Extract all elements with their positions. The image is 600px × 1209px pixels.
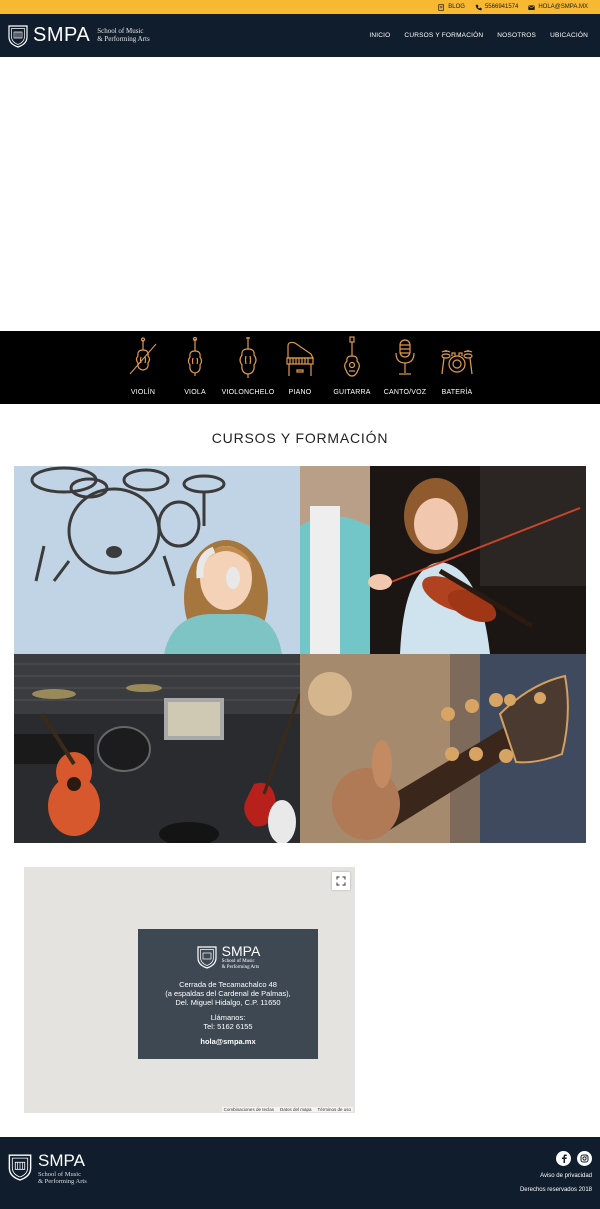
location-map[interactable]: SMPA School of Music & Performing Arts C… [24, 867, 355, 1113]
call-number[interactable]: Tel: 5162 6155 [138, 1022, 318, 1031]
menu-item-ubicacion[interactable]: UBICACIÓN [550, 32, 588, 39]
photo-violin-lesson [300, 466, 586, 654]
violin-icon [129, 337, 157, 375]
piano-icon [286, 341, 314, 376]
main-menu: INICIO CURSOS Y FORMACIÓN NOSOTROS UBICA… [369, 32, 588, 39]
crest-icon [197, 945, 217, 969]
instrument-label: GUITARRA [333, 389, 371, 396]
social-links [556, 1151, 592, 1166]
card-tagline-line1: School of Music [221, 959, 255, 964]
map-attribution: Combinaciones de teclas Datos del mapa T… [221, 1107, 353, 1112]
instrument-voice[interactable]: CANTO/VOZ [375, 331, 435, 404]
address-line: (a espaldas del Cardenal de Palmas), [165, 989, 291, 998]
footer-brand-tagline: School of Music & Performing Arts [38, 1171, 87, 1185]
course-photo-drums-girl[interactable] [14, 466, 300, 654]
phone-link[interactable]: 5566941574 [475, 4, 518, 11]
facebook-icon [561, 1154, 567, 1163]
call-label: Llámanos: [210, 1013, 246, 1022]
blog-icon [438, 3, 445, 11]
course-photo-violin[interactable] [300, 466, 586, 654]
courses-section-title: CURSOS Y FORMACIÓN [211, 430, 389, 446]
main-navbar: SMPA School of Music & Performing Arts I… [0, 14, 600, 57]
instrument-label: PIANO [288, 389, 312, 396]
facebook-button[interactable] [556, 1151, 571, 1166]
fullscreen-icon [336, 876, 346, 886]
phone-icon [475, 4, 482, 10]
instrument-label: BATERÍA [441, 389, 473, 396]
email-link[interactable]: HOLA@SMPA.MX [528, 4, 588, 11]
photo-music-studio [14, 654, 300, 843]
address-line: Cerrada de Tecamachalco 48 [179, 980, 277, 989]
drums-icon [441, 350, 473, 375]
blog-label: BLOG [448, 4, 465, 10]
instrument-label: VIOLÍN [130, 389, 156, 396]
card-tagline-line2: & Performing Arts [221, 964, 260, 970]
map-data-link[interactable]: Datos del mapa [280, 1107, 312, 1112]
brand-name: SMPA [33, 24, 91, 46]
brand-tagline: School of Music & Performing Arts [97, 27, 150, 43]
instrument-label: CANTO/VOZ [383, 389, 427, 396]
footer-tagline-line1: School of Music [38, 1171, 81, 1178]
guitar-icon [344, 336, 360, 377]
card-brand-name: SMPA [221, 943, 261, 959]
instrument-violin[interactable]: VIOLÍN [113, 331, 173, 404]
fullscreen-button[interactable] [332, 872, 350, 890]
crest-icon [8, 1154, 32, 1181]
menu-item-inicio[interactable]: INICIO [369, 32, 390, 39]
instrument-piano[interactable]: PIANO [270, 331, 330, 404]
instrument-drums[interactable]: BATERÍA [427, 331, 487, 404]
privacy-link[interactable]: Aviso de privacidad [540, 1173, 592, 1179]
map-info-card: SMPA School of Music & Performing Arts C… [138, 929, 318, 1059]
footer: SMPA School of Music & Performing Arts A… [0, 1137, 600, 1209]
terms-link[interactable]: Términos de uso [317, 1107, 351, 1112]
instrument-guitar[interactable]: GUITARRA [322, 331, 382, 404]
microphone-icon [395, 339, 415, 375]
photo-girl-headphones [14, 466, 300, 654]
instrument-label: VIOLA [184, 389, 206, 396]
footer-brand-name: SMPA [38, 1151, 85, 1170]
instrument-cello[interactable]: VIOLONCHELO [218, 331, 278, 404]
call-info: Llámanos: Tel: 5162 6155 [138, 1013, 318, 1031]
footer-tagline-line2: & Performing Arts [38, 1178, 87, 1185]
mail-icon [528, 4, 535, 10]
hero-area [0, 57, 600, 331]
copyright-text: Derechos reservados 2018 [519, 1187, 592, 1193]
menu-item-cursos[interactable]: CURSOS Y FORMACIÓN [404, 32, 483, 39]
brand-tagline-line2: & Performing Arts [97, 34, 150, 43]
address-line: Del. Miguel Hidalgo, C.P. 11650 [175, 998, 281, 1007]
instrument-label: VIOLONCHELO [221, 389, 275, 396]
card-brand-tagline: School of Music & Performing Arts [222, 959, 261, 970]
email-address: HOLA@SMPA.MX [538, 4, 588, 10]
crest-icon [8, 24, 28, 48]
top-utility-bar: BLOG 5566941574 HOLA@SMPA.MX [0, 0, 600, 14]
viola-icon [187, 336, 203, 376]
course-photo-studio[interactable] [14, 654, 300, 843]
keyboard-shortcuts-link[interactable]: Combinaciones de teclas [224, 1107, 274, 1112]
course-photo-guitar-closeup[interactable] [300, 654, 586, 843]
blog-link[interactable]: BLOG [438, 3, 465, 11]
footer-brand-logo[interactable]: SMPA School of Music & Performing Arts [7, 1152, 87, 1185]
brand-logo[interactable]: SMPA School of Music & Performing Arts [7, 24, 150, 48]
menu-item-nosotros[interactable]: NOSOTROS [497, 32, 536, 39]
card-brand-logo: SMPA School of Music & Performing Arts [138, 943, 318, 970]
address: Cerrada de Tecamachalco 48 (a espaldas d… [138, 980, 318, 1007]
instruments-band: VIOLÍN VIOLA VIOLONCHELO PIANO GUITARRA … [0, 331, 600, 404]
cello-icon [239, 337, 257, 378]
instrument-viola[interactable]: VIOLA [165, 331, 225, 404]
photo-guitar-headstock [300, 654, 586, 843]
contact-email[interactable]: hola@smpa.mx [138, 1037, 318, 1046]
instagram-button[interactable] [577, 1151, 592, 1166]
instagram-icon [580, 1154, 589, 1163]
phone-number: 5566941574 [484, 4, 519, 10]
